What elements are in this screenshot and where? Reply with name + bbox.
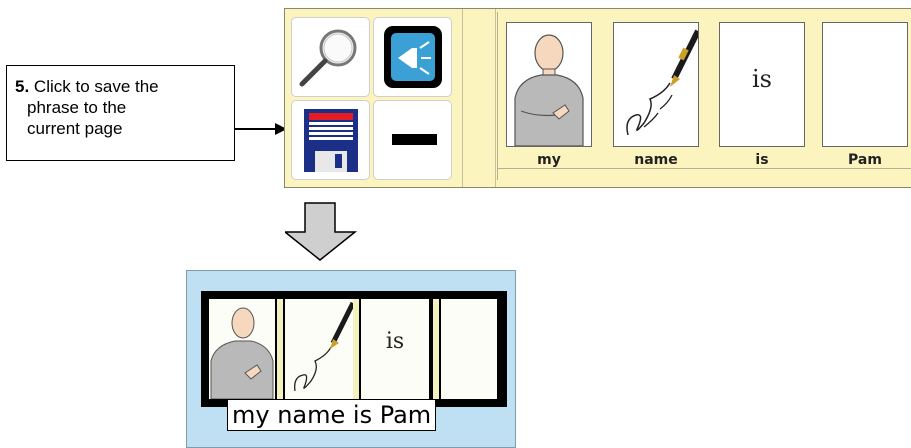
phrase-card-pam[interactable] — [822, 22, 908, 147]
card-label-my: my — [537, 152, 561, 168]
person-pointing-self-icon — [514, 34, 584, 147]
result-separator — [353, 299, 359, 399]
saved-phrase-button[interactable]: is my name is Pam — [186, 270, 516, 448]
card-label-pam: Pam — [848, 152, 882, 168]
instruction-callout: 5. Click to save the phrase to the curre… — [6, 65, 235, 161]
phrase-card-my[interactable] — [506, 22, 592, 147]
save-button[interactable] — [291, 100, 370, 180]
result-symbol-pam — [441, 299, 497, 399]
phrase-card-is[interactable]: is — [719, 22, 805, 147]
signature-pen-icon — [294, 301, 356, 392]
callout-arrow — [235, 123, 287, 135]
floppy-disk-save-icon — [304, 109, 358, 172]
step-number: 5. — [15, 77, 30, 96]
search-button[interactable] — [291, 17, 370, 97]
speak-button[interactable] — [373, 17, 452, 97]
result-separator — [277, 299, 283, 399]
callout-line-2: phrase to the — [27, 98, 127, 117]
phrase-card-name[interactable] — [613, 22, 701, 147]
card-label-is: is — [755, 152, 769, 168]
magnifier-icon — [299, 29, 357, 87]
result-symbol-is: is — [361, 299, 429, 399]
label-baseline — [497, 168, 911, 169]
down-arrow-icon — [285, 202, 357, 261]
minus-icon — [392, 134, 437, 145]
result-is-text: is — [385, 329, 405, 354]
minus-button[interactable] — [373, 100, 452, 180]
card-label-name: name — [634, 152, 678, 168]
person-pointing-self-icon — [210, 307, 274, 400]
result-symbol-my — [209, 299, 275, 400]
phrase-label: my name is Pam — [227, 399, 437, 431]
callout-line-3: current page — [27, 119, 123, 138]
result-separator — [433, 299, 439, 399]
result-symbol-name — [285, 299, 356, 399]
speak-icon — [384, 26, 442, 88]
symbol-frame: is — [201, 291, 507, 407]
is-symbol-text: is — [752, 65, 772, 93]
callout-line-1: Click to save the — [33, 77, 159, 96]
signature-pen-icon — [626, 29, 701, 136]
toolbar-divider — [462, 9, 496, 187]
